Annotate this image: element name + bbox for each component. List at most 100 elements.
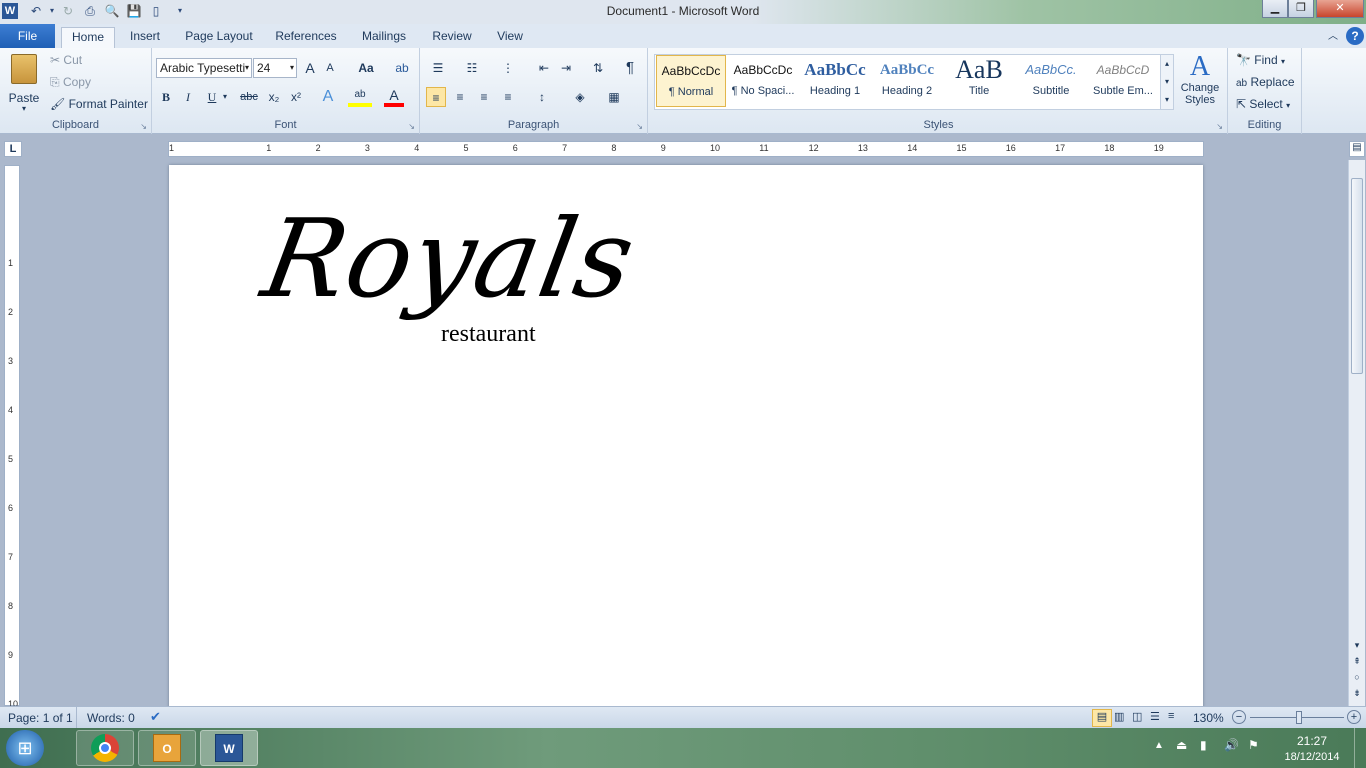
- zoom-slider-handle[interactable]: [1296, 711, 1302, 724]
- highlight-color-icon[interactable]: ab: [348, 87, 372, 107]
- align-left-icon[interactable]: ≡: [426, 87, 446, 107]
- proofing-icon[interactable]: ✔: [150, 709, 161, 725]
- previous-page-icon[interactable]: ⇞: [1351, 656, 1363, 667]
- close-button[interactable]: ✕: [1316, 0, 1364, 18]
- style-normal[interactable]: AaBbCcDc ¶ Normal: [656, 55, 726, 107]
- styles-scroll[interactable]: ▴ ▾ ▾: [1160, 54, 1174, 110]
- ruler-tick-label: 15: [956, 143, 967, 153]
- text-effects-icon[interactable]: A: [318, 87, 338, 107]
- start-button[interactable]: ⊞: [6, 730, 44, 766]
- scroll-thumb[interactable]: [1351, 178, 1363, 374]
- dialog-launcher-icon[interactable]: ↘: [1216, 122, 1223, 131]
- zoom-level[interactable]: 130%: [1193, 711, 1224, 725]
- scroll-down-icon[interactable]: ▾: [1351, 640, 1363, 651]
- style-heading-1[interactable]: AaBbCc Heading 1: [800, 55, 870, 107]
- volume-icon[interactable]: 🔊: [1224, 738, 1239, 752]
- taskbar-outlook[interactable]: O: [138, 730, 196, 766]
- action-center-icon[interactable]: ⚑: [1248, 738, 1259, 752]
- minimize-ribbon-icon[interactable]: ︿: [1324, 27, 1342, 48]
- page-count[interactable]: Page: 1 of 1: [8, 711, 73, 725]
- tab-selector-icon[interactable]: L: [4, 141, 22, 157]
- view-ruler-icon[interactable]: ▤: [1349, 141, 1365, 157]
- tab-home[interactable]: Home: [61, 27, 115, 48]
- strikethrough-button[interactable]: abc: [236, 87, 262, 107]
- find-button[interactable]: 🔭 Find ▾: [1236, 53, 1285, 67]
- tab-references[interactable]: References: [270, 27, 342, 48]
- tab-view[interactable]: View: [490, 27, 530, 48]
- shading-icon[interactable]: ◈: [570, 87, 590, 107]
- font-size-combo[interactable]: 24 ▾: [253, 58, 297, 78]
- sort-icon[interactable]: ⇅: [588, 58, 608, 78]
- show-formatting-button[interactable]: ¶: [620, 58, 640, 78]
- bullets-icon[interactable]: ☰: [428, 58, 448, 78]
- align-right-icon[interactable]: ≡: [474, 87, 494, 107]
- usb-icon[interactable]: ⏏: [1176, 738, 1187, 752]
- replace-button[interactable]: ab Replace: [1236, 75, 1295, 89]
- style-title[interactable]: AaB Title: [944, 55, 1014, 107]
- print-layout-icon[interactable]: ▤: [1092, 709, 1112, 727]
- paste-button[interactable]: Paste ▾: [6, 52, 42, 113]
- clock-time[interactable]: 21:27: [1280, 734, 1344, 748]
- network-icon[interactable]: ▮: [1200, 738, 1207, 752]
- vertical-scrollbar[interactable]: ▾ ⇞ ○ ⇟: [1348, 160, 1365, 706]
- full-screen-reading-icon[interactable]: ▥: [1114, 710, 1124, 723]
- copy-button[interactable]: ⎘ Copy: [50, 75, 91, 90]
- ruler-tick-label: 8: [611, 143, 617, 153]
- clear-formatting-icon[interactable]: ab: [392, 58, 412, 78]
- word-count[interactable]: Words: 0: [87, 711, 135, 725]
- minimize-button[interactable]: ▁: [1262, 0, 1288, 18]
- numbering-icon[interactable]: ☷: [462, 58, 482, 78]
- justify-icon[interactable]: ≡: [498, 87, 518, 107]
- underline-dropdown-icon[interactable]: ▾: [220, 87, 230, 107]
- multilevel-list-icon[interactable]: ⋮: [498, 58, 518, 78]
- shrink-font-button[interactable]: A: [320, 58, 340, 78]
- outline-icon[interactable]: ☰: [1150, 710, 1160, 723]
- horizontal-ruler[interactable]: 1 1 2 3 4 5 6 7 8 9 10 11 12 13 14 15 16 17 18 19: [168, 141, 1204, 157]
- help-icon[interactable]: ?: [1346, 27, 1364, 45]
- change-styles-button[interactable]: A Change Styles: [1178, 52, 1222, 112]
- style-subtle-emphasis[interactable]: AaBbCcD Subtle Em...: [1088, 55, 1158, 107]
- change-case-button[interactable]: Aa: [352, 58, 380, 78]
- style-subtitle[interactable]: AaBbCc. Subtitle: [1016, 55, 1086, 107]
- dialog-launcher-icon[interactable]: ↘: [140, 122, 147, 131]
- style-heading-2[interactable]: AaBbCc Heading 2: [872, 55, 942, 107]
- select-button[interactable]: ⇱ Select ▾: [1236, 97, 1290, 111]
- show-desktop-button[interactable]: [1354, 728, 1366, 768]
- superscript-button[interactable]: x²: [286, 87, 306, 107]
- web-layout-icon[interactable]: ◫: [1132, 710, 1142, 723]
- maximize-button[interactable]: ❐: [1288, 0, 1314, 18]
- document-page[interactable]: Royals restaurant: [169, 165, 1203, 710]
- line-spacing-icon[interactable]: ↕: [532, 87, 552, 107]
- bold-button[interactable]: B: [156, 87, 176, 107]
- taskbar-chrome[interactable]: [76, 730, 134, 766]
- dialog-launcher-icon[interactable]: ↘: [408, 122, 415, 131]
- vertical-ruler[interactable]: 1 2 3 4 5 6 7 8 9 10: [4, 165, 20, 709]
- tab-page-layout[interactable]: Page Layout: [180, 27, 258, 48]
- next-page-icon[interactable]: ⇟: [1351, 688, 1363, 699]
- font-color-icon[interactable]: A: [384, 87, 404, 107]
- align-center-icon[interactable]: ≡: [450, 87, 470, 107]
- zoom-out-icon[interactable]: −: [1232, 710, 1246, 724]
- tab-mailings[interactable]: Mailings: [354, 27, 414, 48]
- cut-button[interactable]: ✂ Cut: [50, 53, 82, 67]
- decrease-indent-icon[interactable]: ⇤: [534, 58, 554, 78]
- draft-icon[interactable]: ≡: [1168, 710, 1174, 722]
- taskbar-word[interactable]: W: [200, 730, 258, 766]
- dialog-launcher-icon[interactable]: ↘: [636, 122, 643, 131]
- tab-file[interactable]: File: [0, 24, 55, 48]
- grow-font-button[interactable]: A: [300, 58, 320, 78]
- browse-object-icon[interactable]: ○: [1351, 672, 1363, 682]
- tab-insert[interactable]: Insert: [122, 27, 168, 48]
- subscript-button[interactable]: x₂: [264, 87, 284, 107]
- tab-review[interactable]: Review: [426, 27, 478, 48]
- underline-button[interactable]: U: [202, 87, 222, 107]
- font-name-combo[interactable]: Arabic Typesetti ▾: [156, 58, 252, 78]
- increase-indent-icon[interactable]: ⇥: [556, 58, 576, 78]
- zoom-in-icon[interactable]: +: [1347, 710, 1361, 724]
- format-painter-button[interactable]: 🖌 Format Painter: [50, 97, 148, 111]
- borders-icon[interactable]: ▦: [604, 87, 624, 107]
- clock-date[interactable]: 18/12/2014: [1276, 751, 1348, 763]
- show-hidden-icons-icon[interactable]: ▲: [1154, 740, 1164, 751]
- italic-button[interactable]: I: [178, 87, 198, 107]
- style-no-spacing[interactable]: AaBbCcDc ¶ No Spaci...: [728, 55, 798, 107]
